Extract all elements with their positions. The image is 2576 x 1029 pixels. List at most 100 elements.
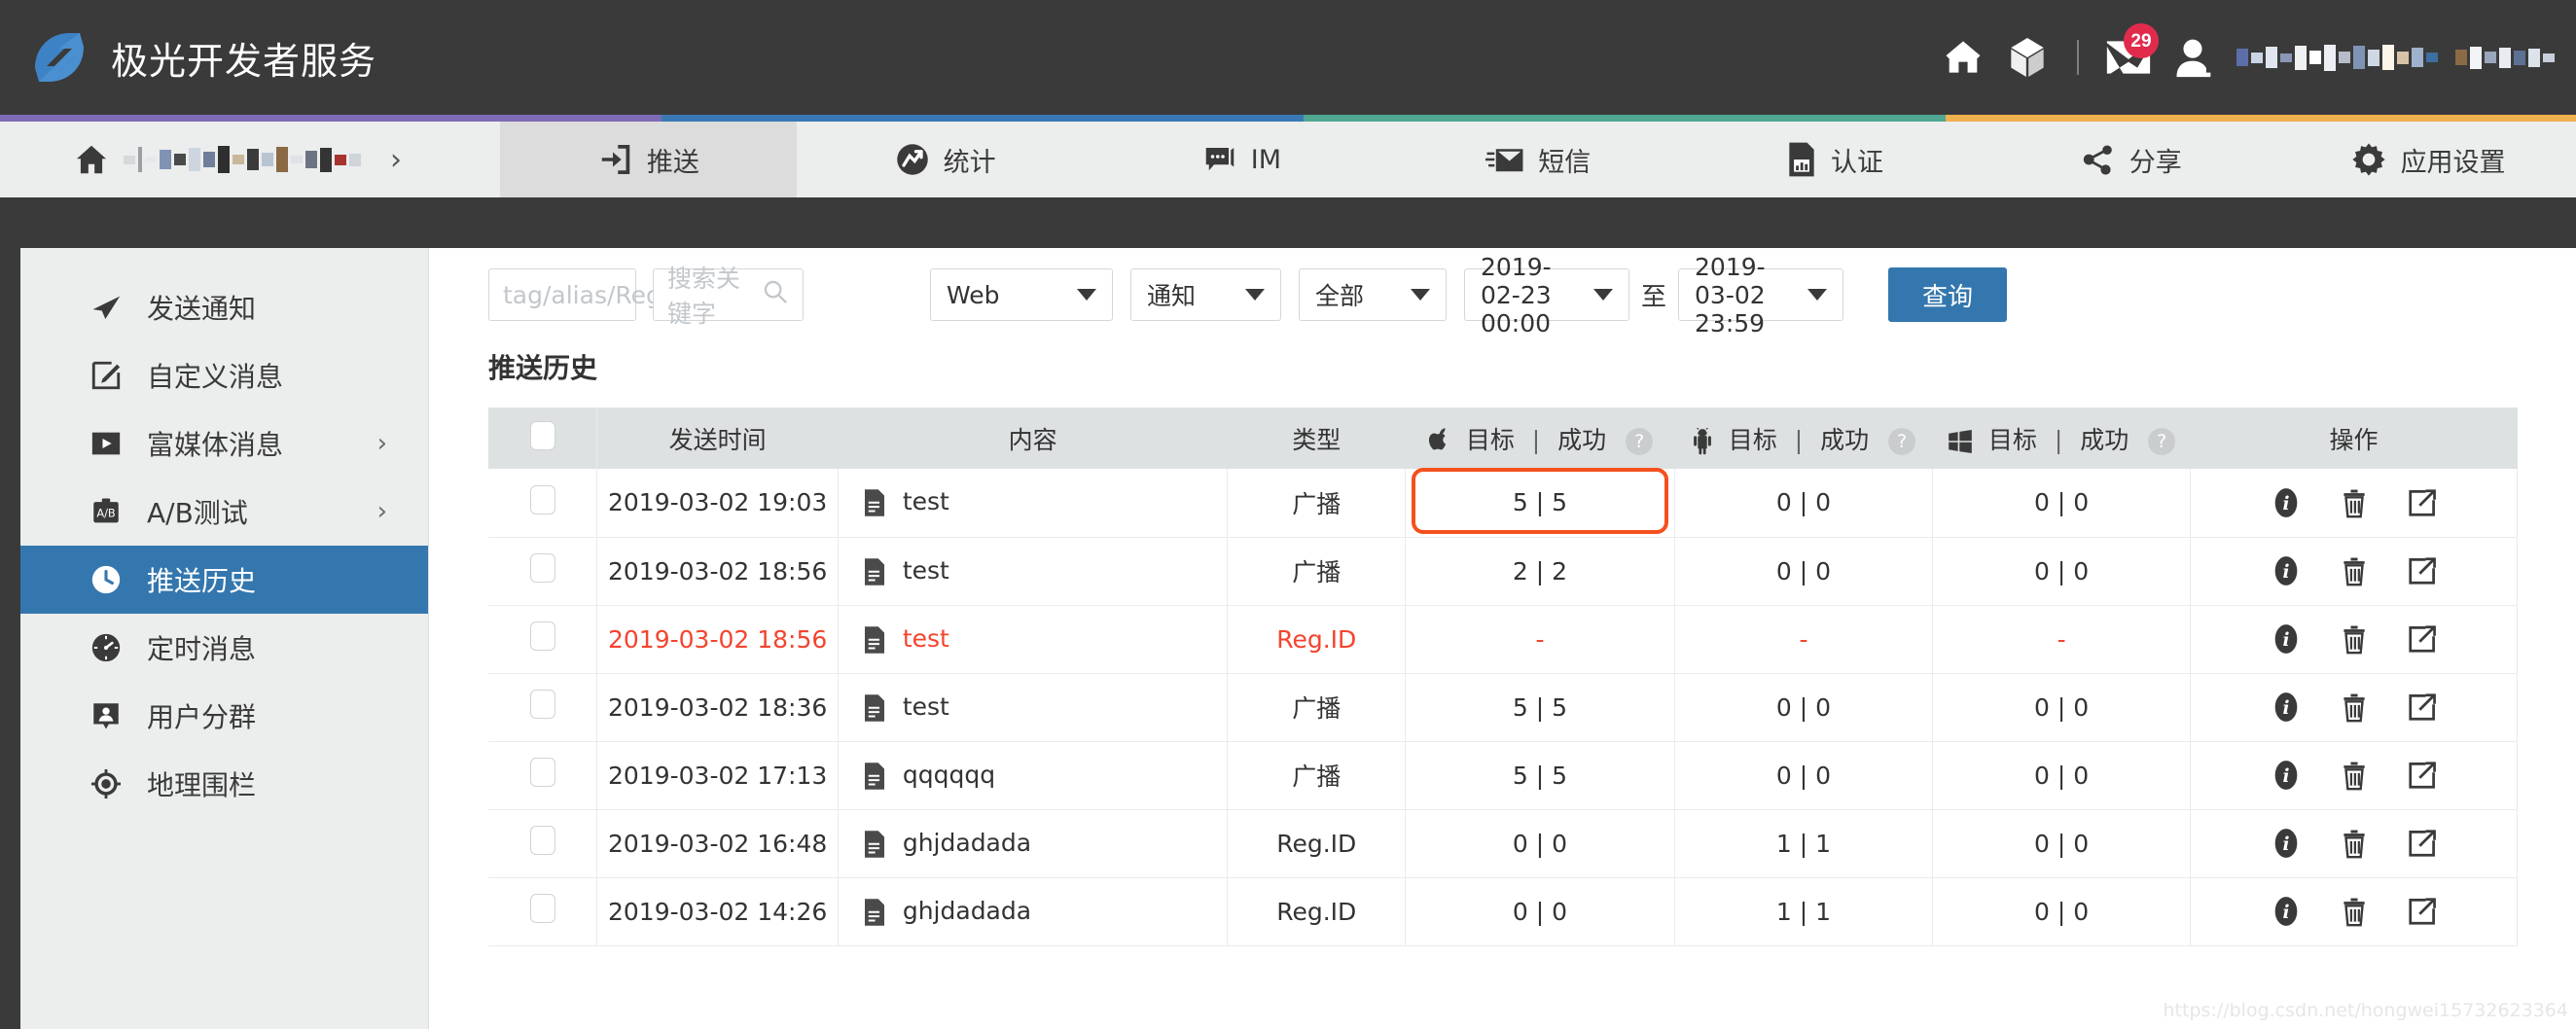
sidebar-item-label: 自定义消息 [147, 361, 284, 393]
table-row[interactable]: 2019-03-02 14:26 ghjdadada Reg.ID 0 | 01 | … [488, 877, 2518, 946]
info-icon[interactable]: i [2272, 691, 2301, 724]
type-select[interactable]: 通知 [1130, 268, 1281, 321]
sidebar-item-app-breadcrumb[interactable]: › [0, 122, 500, 197]
cube-icon[interactable] [1995, 25, 2059, 89]
row-checkbox[interactable] [529, 826, 555, 855]
cell-type: 广播 [1227, 673, 1407, 742]
col-android[interactable]: 目标 | 成功 ? [1674, 408, 1934, 469]
tab-share[interactable]: 分享 [1983, 122, 2279, 197]
sidebar-item-push-history[interactable]: 推送历史 [20, 546, 428, 614]
user-group-icon [89, 698, 124, 733]
date-to-picker[interactable]: 2019-03-02 23:59 [1678, 253, 1844, 337]
tag-search-input[interactable]: tag/alias/Reg.ID [488, 268, 721, 321]
table-row[interactable]: 2019-03-02 17:13 qqqqqq 广播 5 | 50 | 00 | 0i [488, 741, 2518, 810]
svg-text:i: i [2282, 698, 2289, 719]
sidebar-item-send-notification[interactable]: 发送通知 [20, 273, 428, 341]
row-checkbox[interactable] [529, 690, 555, 719]
search-icon[interactable] [762, 278, 789, 311]
table-row[interactable]: 2019-03-02 18:36 test 广播 5 | 50 | 00 | 0i [488, 673, 2518, 742]
col-time[interactable]: 发送时间 [596, 408, 839, 469]
col-content[interactable]: 内容 [838, 408, 1229, 469]
trash-icon[interactable] [2340, 827, 2369, 860]
info-icon[interactable]: i [2272, 486, 2301, 519]
trash-icon[interactable] [2340, 691, 2369, 724]
keyword-search-input[interactable]: 搜索关键字 [653, 265, 804, 328]
external-link-icon[interactable] [2408, 828, 2437, 859]
col-windows[interactable]: 目标 | 成功 ? [1932, 408, 2192, 469]
sidebar-item-scheduled-message[interactable]: 定时消息 [20, 614, 428, 682]
table-row[interactable]: 2019-03-02 18:56 test Reg.ID - - - i [488, 605, 2518, 674]
row-checkbox[interactable] [529, 758, 555, 787]
cell-content: ghjdadada [838, 877, 1229, 946]
sidebar-item-geofence[interactable]: 地理围栏 [20, 750, 428, 818]
svg-text:i: i [2282, 766, 2289, 787]
col-ios-sep: | [1531, 425, 1541, 454]
col-ios[interactable]: 目标 | 成功 ? [1405, 408, 1675, 469]
external-link-icon[interactable] [2408, 487, 2437, 518]
cell-android: 0 | 0 [1674, 537, 1934, 606]
tab-stats[interactable]: 统计 [797, 122, 1093, 197]
date-to-value: 2019-03-02 23:59 [1695, 252, 1766, 337]
tab-app-settings[interactable]: 应用设置 [2279, 122, 2576, 197]
sidebar-item-rich-media[interactable]: 富媒体消息 › [20, 409, 428, 478]
user-avatar-icon[interactable] [2161, 25, 2225, 89]
info-icon[interactable]: i [2272, 759, 2301, 792]
trash-icon[interactable] [2340, 759, 2369, 792]
row-select-cell [488, 605, 598, 674]
tab-label: 统计 [943, 147, 996, 178]
scope-select[interactable]: 全部 [1299, 268, 1447, 321]
row-checkbox[interactable] [529, 484, 555, 514]
trash-icon[interactable] [2340, 895, 2369, 928]
cell-type: Reg.ID [1227, 809, 1407, 878]
row-select-cell [488, 673, 598, 742]
brand[interactable]: 极光开发者服务 [27, 25, 376, 89]
date-from-picker[interactable]: 2019-02-23 00:00 [1464, 253, 1629, 337]
content-card: 发送通知 自定义消息 富媒体消息 › A/B A/B测试 › 推送历史 定时消息… [20, 248, 2576, 1029]
sidebar-item-ab-test[interactable]: A/B A/B测试 › [20, 478, 428, 546]
tab-push[interactable]: 推送 [500, 122, 798, 197]
windows-help-icon[interactable]: ? [2148, 427, 2176, 455]
info-icon[interactable]: i [2272, 622, 2301, 656]
mail-icon[interactable]: 29 [2096, 23, 2161, 89]
platform-select[interactable]: Web [930, 268, 1113, 321]
row-checkbox[interactable] [529, 894, 555, 923]
username-masked[interactable] [2236, 38, 2555, 77]
row-checkbox[interactable] [529, 553, 555, 583]
svg-text:i: i [2282, 903, 2289, 923]
info-icon[interactable]: i [2272, 895, 2301, 928]
sidebar-item-custom-message[interactable]: 自定义消息 [20, 341, 428, 409]
info-icon[interactable]: i [2272, 554, 2301, 587]
cell-windows: 0 | 0 [1932, 469, 2192, 538]
external-link-icon[interactable] [2408, 896, 2437, 927]
table-row[interactable]: 2019-03-02 18:56 test 广播 2 | 20 | 00 | 0i [488, 537, 2518, 606]
cell-time: 2019-03-02 18:56 [596, 605, 839, 674]
chevron-right-icon: › [390, 142, 402, 177]
sidebar-item-user-segment[interactable]: 用户分群 [20, 682, 428, 750]
query-button[interactable]: 查询 [1888, 267, 2008, 322]
trash-icon[interactable] [2340, 554, 2369, 587]
external-link-icon[interactable] [2408, 555, 2437, 586]
home-icon[interactable] [1931, 25, 1995, 89]
stats-icon [895, 142, 930, 177]
external-link-icon[interactable] [2408, 623, 2437, 655]
col-type[interactable]: 类型 [1227, 408, 1407, 469]
table-row[interactable]: 2019-03-02 16:48 ghjdadada Reg.ID 0 | 01 | … [488, 809, 2518, 878]
tab-sms[interactable]: 短信 [1390, 122, 1687, 197]
ios-help-icon[interactable]: ? [1626, 427, 1654, 455]
table-row[interactable]: 2019-03-02 19:03 test 广播 5 | 50 | 00 | 0i [488, 468, 2518, 538]
row-checkbox[interactable] [529, 621, 555, 651]
android-help-icon[interactable]: ? [1888, 427, 1916, 455]
sidebar: 发送通知 自定义消息 富媒体消息 › A/B A/B测试 › 推送历史 定时消息… [20, 248, 429, 1029]
external-link-icon[interactable] [2408, 760, 2437, 791]
info-icon[interactable]: i [2272, 827, 2301, 860]
cell-ios: 5 | 5 [1405, 673, 1675, 742]
trash-icon[interactable] [2340, 622, 2369, 656]
external-link-icon[interactable] [2408, 692, 2437, 723]
tab-im[interactable]: IM [1093, 122, 1390, 197]
select-all-checkbox[interactable] [529, 420, 555, 450]
tab-label: 应用设置 [2400, 147, 2506, 178]
tab-auth[interactable]: 认证 [1687, 122, 1984, 197]
platform-select-value: Web [947, 280, 1000, 309]
trash-icon[interactable] [2340, 486, 2369, 519]
cell-android: 0 | 0 [1674, 673, 1934, 742]
